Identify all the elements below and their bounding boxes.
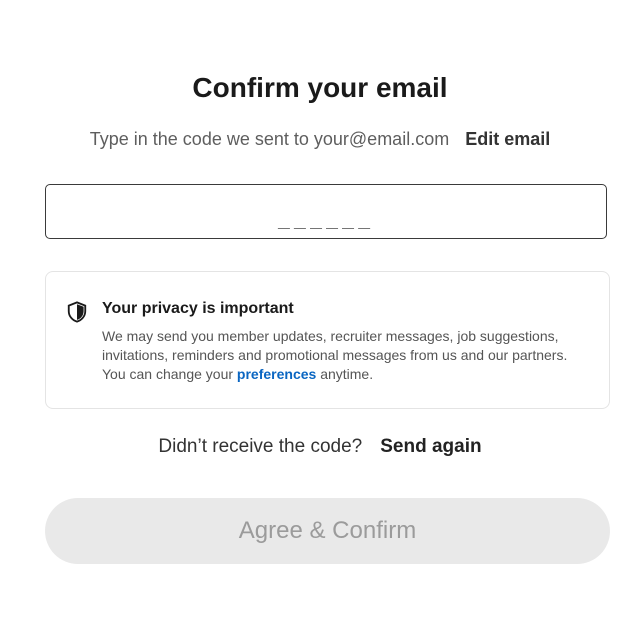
code-input-placeholder: ______ xyxy=(277,205,375,229)
shield-icon xyxy=(67,301,87,323)
edit-email-link[interactable]: Edit email xyxy=(465,126,550,152)
preferences-link[interactable]: preferences xyxy=(237,366,316,382)
privacy-body-end: anytime. xyxy=(316,366,374,382)
privacy-body-text: We may send you member updates, recruite… xyxy=(102,327,592,384)
agree-confirm-button[interactable]: Agree & Confirm xyxy=(45,498,610,564)
privacy-notice-card: Your privacy is important We may send yo… xyxy=(45,271,610,409)
code-sent-message: Type in the code we sent to your@email.c… xyxy=(89,129,450,149)
resend-row: Didn’t receive the code? Send again xyxy=(0,434,640,460)
confirm-email-page: Confirm your email Type in the code we s… xyxy=(0,0,640,640)
privacy-heading: Your privacy is important xyxy=(102,300,294,317)
verification-code-input[interactable]: ______ xyxy=(45,184,607,239)
subtitle-row: Type in the code we sent to your@email.c… xyxy=(0,126,640,152)
page-title: Confirm your email xyxy=(192,72,448,103)
resend-prompt: Didn’t receive the code? xyxy=(158,436,363,457)
send-again-link[interactable]: Send again xyxy=(380,434,481,460)
